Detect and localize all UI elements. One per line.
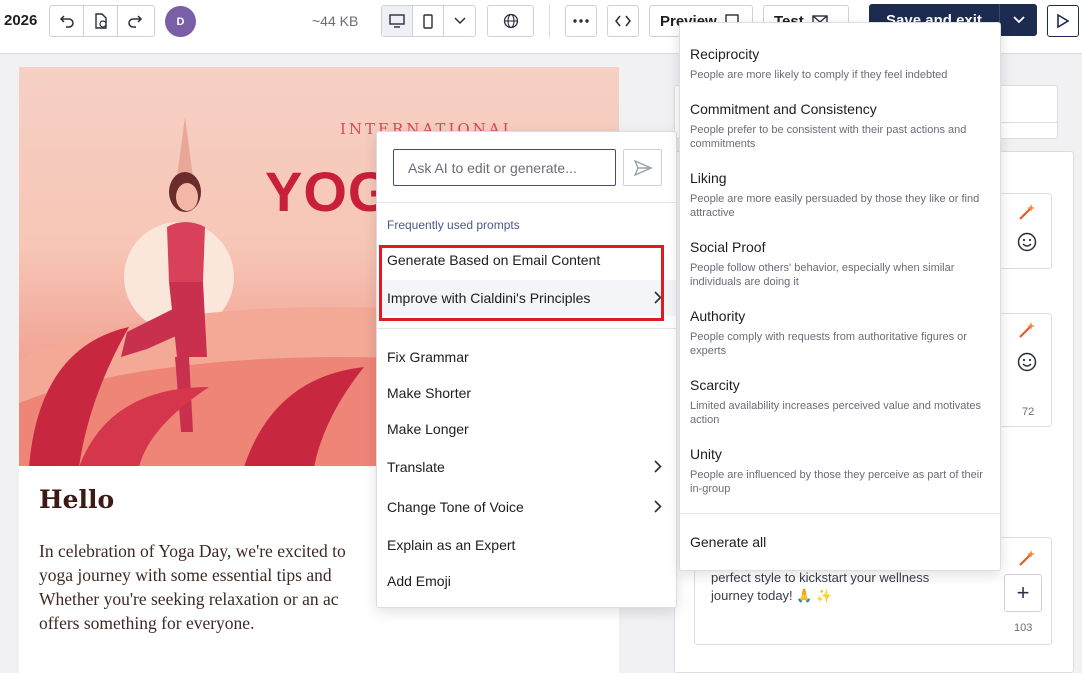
ai-assistant-popup: Ask AI to edit or generate... Frequently… [376, 131, 677, 608]
character-count: 72 [1022, 406, 1035, 418]
plus-icon: + [1016, 580, 1030, 605]
cialdini-item-desc: People follow others' behavior, especial… [690, 262, 955, 288]
undo-button[interactable] [50, 6, 84, 36]
cialdini-item-scarcity[interactable]: Scarcity Limited availability increases … [690, 376, 990, 427]
ai-divider [377, 328, 676, 329]
cialdini-item-reciprocity[interactable]: Reciprocity People are more likely to co… [690, 45, 990, 82]
send-play-button[interactable] [1047, 5, 1079, 37]
ai-wand-button[interactable] [1016, 319, 1038, 341]
redo-icon [128, 15, 143, 28]
cialdini-item-desc: Limited availability increases perceived… [690, 400, 982, 426]
smiley-icon [1017, 352, 1037, 372]
cialdini-item-desc: People comply with requests from authori… [690, 331, 967, 357]
cialdini-item-authority[interactable]: Authority People comply with requests fr… [690, 307, 990, 358]
play-icon [1057, 14, 1069, 28]
save-options-dropdown[interactable] [999, 4, 1037, 36]
desktop-icon [389, 14, 405, 28]
cialdini-item-title: Authority [690, 308, 746, 324]
undo-icon [59, 15, 74, 28]
magic-wand-icon [1019, 550, 1035, 566]
snippet-text: perfect style to kickstart your wellness… [711, 569, 929, 605]
ai-prompt-translate[interactable]: Translate [377, 449, 676, 485]
cialdini-item-desc: People are influenced by those they perc… [690, 469, 983, 495]
globe-icon [503, 13, 518, 29]
ai-send-button[interactable] [623, 149, 662, 186]
greeting-heading[interactable]: Hello [39, 485, 114, 514]
ai-prompt-make-shorter[interactable]: Make Shorter [377, 375, 676, 411]
cialdini-item-title: Social Proof [690, 239, 766, 255]
ai-prompt-label: Translate [387, 459, 445, 475]
file-history-icon [94, 13, 107, 29]
ai-prompt-explain-expert[interactable]: Explain as an Expert [377, 527, 676, 563]
cialdini-item-liking[interactable]: Liking People are more easily persuaded … [690, 169, 990, 220]
ai-prompt-make-longer[interactable]: Make Longer [377, 411, 676, 447]
leaves-illustration-left [29, 327, 209, 466]
email-size-label: ~44 KB [312, 13, 359, 29]
magic-wand-icon [1019, 204, 1035, 220]
more-dots-icon [573, 19, 589, 23]
language-button[interactable] [487, 5, 534, 37]
chevron-down-icon [1012, 16, 1025, 24]
ai-wand-button[interactable] [1016, 201, 1038, 223]
emoji-button[interactable] [1016, 231, 1038, 253]
ai-prompt-label: Fix Grammar [387, 349, 469, 365]
body-line: offers something for everyone. [39, 613, 255, 633]
cialdini-item-commitment[interactable]: Commitment and Consistency People prefer… [690, 100, 990, 151]
chevron-right-icon [654, 460, 662, 473]
chevron-down-icon [453, 17, 466, 25]
leaves-illustration-right [244, 367, 364, 466]
chevron-right-icon [654, 500, 662, 513]
cialdini-item-title: Unity [690, 446, 722, 462]
mobile-icon [423, 13, 433, 29]
ai-prompt-change-tone[interactable]: Change Tone of Voice [377, 489, 676, 525]
avatar[interactable]: D [165, 6, 196, 37]
cialdini-item-unity[interactable]: Unity People are influenced by those the… [690, 445, 990, 496]
history-group [49, 5, 155, 37]
ai-prompt-input[interactable]: Ask AI to edit or generate... [393, 149, 616, 186]
magic-wand-icon [1019, 322, 1035, 338]
snippet-line: perfect style to kickstart your wellness [711, 570, 930, 585]
generate-all-button[interactable]: Generate all [690, 534, 766, 550]
ai-wand-button[interactable] [1016, 547, 1038, 569]
snippet-line: journey today! 🙏 ✨ [711, 588, 833, 603]
cialdini-item-desc: People prefer to be consistent with thei… [690, 124, 967, 150]
toolbar-divider [549, 4, 550, 38]
device-dropdown-button[interactable] [444, 6, 475, 36]
cialdini-submenu: Reciprocity People are more likely to co… [679, 22, 1001, 571]
ai-prompt-add-emoji[interactable]: Add Emoji [377, 563, 676, 599]
device-preview-group [381, 5, 476, 37]
cialdini-item-title: Commitment and Consistency [690, 101, 877, 117]
submenu-divider [680, 513, 1000, 514]
send-icon [633, 159, 652, 176]
cialdini-item-title: Reciprocity [690, 46, 760, 62]
year-label: 2026 [4, 12, 38, 29]
ai-section-label: Frequently used prompts [387, 218, 520, 232]
ai-prompt-label: Make Longer [387, 421, 469, 437]
cialdini-item-desc: People are more easily persuaded by thos… [690, 193, 980, 219]
version-history-button[interactable] [84, 6, 118, 36]
ai-divider [377, 202, 676, 203]
cialdini-item-desc: People are more likely to comply if they… [690, 69, 948, 81]
add-button[interactable]: + [1004, 574, 1042, 612]
ai-prompt-label: Change Tone of Voice [387, 499, 524, 515]
mobile-view-button[interactable] [413, 6, 444, 36]
hero-title: YOG [265, 160, 393, 223]
desktop-view-button[interactable] [382, 6, 413, 36]
code-view-button[interactable] [607, 5, 639, 37]
cialdini-item-social-proof[interactable]: Social Proof People follow others' behav… [690, 238, 990, 289]
emoji-button[interactable] [1016, 351, 1038, 373]
ai-prompt-label: Explain as an Expert [387, 537, 516, 553]
ai-prompt-label: Make Shorter [387, 385, 472, 401]
ai-prompt-fix-grammar[interactable]: Fix Grammar [377, 339, 676, 375]
more-options-button[interactable] [565, 5, 597, 37]
smiley-icon [1017, 232, 1037, 252]
redo-button[interactable] [118, 6, 152, 36]
code-icon [615, 15, 631, 27]
cialdini-item-title: Scarcity [690, 377, 740, 393]
cialdini-item-title: Liking [690, 170, 727, 186]
ai-prompt-label: Add Emoji [387, 573, 451, 589]
highlight-annotation-box [379, 245, 664, 321]
character-count: 103 [1014, 622, 1033, 634]
